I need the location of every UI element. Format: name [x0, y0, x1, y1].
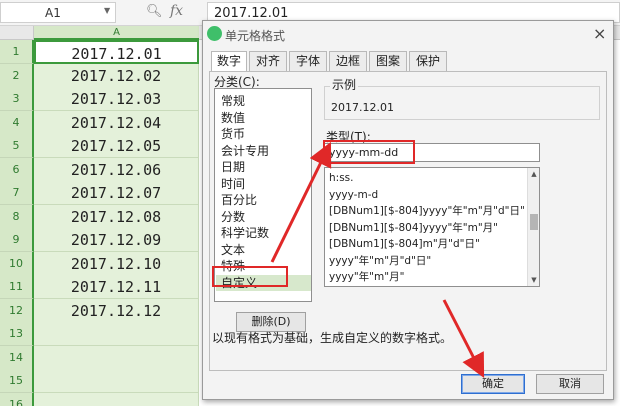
row-header[interactable]: 14 [0, 345, 34, 370]
sample-label: 示例 [330, 76, 359, 93]
tab-5[interactable]: 保护 [409, 51, 447, 71]
cell-a[interactable]: 2017.12.11 [34, 275, 199, 299]
cell-a[interactable]: 2017.12.03 [34, 87, 199, 111]
category-item[interactable]: 文本 [221, 242, 245, 258]
format-item[interactable]: h:ss. [329, 170, 353, 186]
row-header[interactable]: 12 [0, 298, 34, 323]
category-item[interactable]: 常规 [221, 93, 245, 109]
row-header[interactable]: 15 [0, 369, 34, 393]
row-header[interactable]: 16 [0, 392, 34, 406]
scroll-thumb[interactable] [530, 214, 538, 230]
sample-box: 2017.12.01 [324, 86, 600, 120]
cancel-button[interactable]: 取消 [536, 374, 604, 394]
cell-a[interactable] [34, 322, 199, 346]
row-header[interactable]: 5 [0, 134, 34, 158]
magnifier-icon[interactable]: 🔍︎ [146, 4, 163, 19]
category-item[interactable]: 日期 [221, 159, 245, 175]
category-item[interactable]: 时间 [221, 176, 245, 192]
cell-a[interactable]: 2017.12.09 [34, 228, 199, 252]
cell-reference: A1 [45, 6, 61, 20]
sample-value: 2017.12.01 [331, 101, 394, 114]
screenshot: A1 ▼ 🔍︎ fx 2017.12.01 A 1 2017.12.01 2 2017… [0, 0, 620, 406]
formula-value: 2017.12.01 [214, 6, 289, 21]
tab-4[interactable]: 图案 [369, 51, 407, 71]
app-logo-icon [207, 26, 222, 41]
highlight-type-input [323, 140, 415, 164]
tab-2[interactable]: 字体 [289, 51, 327, 71]
row-header[interactable]: 1 [0, 40, 34, 64]
cell-a[interactable]: 2017.12.04 [34, 110, 199, 135]
ok-button[interactable]: 确定 [461, 374, 525, 394]
format-cells-dialog: 单元格格式 × 数字 对齐 字体 边框 图案 保护 分类(C): 常规 数值 货币 会计专用 日期… [202, 20, 614, 400]
row-header[interactable]: 2 [0, 63, 34, 88]
cell-a[interactable]: 2017.12.07 [34, 181, 199, 205]
column-header-a[interactable]: A [34, 26, 199, 40]
cell-a[interactable]: 2017.12.05 [34, 134, 199, 158]
row-header[interactable]: 11 [0, 275, 34, 299]
cell-a[interactable] [34, 392, 199, 406]
dialog-titlebar[interactable]: 单元格格式 × [203, 21, 613, 47]
scroll-down-icon[interactable]: ▼ [528, 274, 539, 286]
tab-1[interactable]: 对齐 [249, 51, 287, 71]
row-header[interactable]: 3 [0, 87, 34, 111]
row-header[interactable]: 7 [0, 181, 34, 205]
category-item[interactable]: 数值 [221, 110, 245, 126]
format-item[interactable]: yyyy-m-d [329, 187, 378, 203]
cell-a[interactable]: 2017.12.10 [34, 251, 199, 276]
category-item[interactable]: 分数 [221, 209, 245, 225]
format-list-scrollbar[interactable]: ▲ ▼ [527, 168, 539, 286]
category-item[interactable]: 百分比 [221, 192, 257, 208]
format-item[interactable]: [DBNum1][$-804]yyyy"年"m"月" [329, 220, 498, 236]
select-all-corner[interactable] [0, 26, 34, 40]
chevron-down-icon[interactable]: ▼ [104, 6, 110, 15]
highlight-custom-category [212, 266, 288, 287]
category-item[interactable]: 会计专用 [221, 143, 269, 159]
format-item[interactable]: [DBNum1][$-804]m"月"d"日" [329, 236, 480, 252]
row-header[interactable]: 9 [0, 228, 34, 252]
format-item[interactable]: [DBNum1][$-804]yyyy"年"m"月"d"日" [329, 203, 525, 219]
row-header[interactable]: 8 [0, 204, 34, 229]
format-list[interactable]: ▲ ▼ h:ss. yyyy-m-d [DBNum1][$-804]yyyy"年"m… [324, 167, 540, 287]
number-tab-panel: 分类(C): 常规 数值 货币 会计专用 日期 时间 百分比 分数 科学记数 文本 特殊 自定义 删除… [209, 71, 607, 371]
format-item[interactable]: yyyy"年"m"月" [329, 269, 404, 285]
format-item[interactable]: yyyy"年"m"月"d"日" [329, 253, 431, 269]
name-box[interactable]: A1 ▼ [0, 2, 116, 23]
cell-a[interactable] [34, 345, 199, 370]
dialog-title: 单元格格式 [225, 29, 286, 43]
tab-0[interactable]: 数字 [211, 51, 247, 72]
tab-3[interactable]: 边框 [329, 51, 367, 71]
row-header[interactable]: 10 [0, 251, 34, 276]
cell-a[interactable]: 2017.12.02 [34, 63, 199, 88]
cell-a[interactable]: 2017.12.08 [34, 204, 199, 229]
cell-a[interactable]: 2017.12.01 [34, 40, 199, 64]
category-item[interactable]: 科学记数 [221, 225, 269, 241]
row-header[interactable]: 6 [0, 157, 34, 182]
category-item[interactable]: 货币 [221, 126, 245, 142]
row-header[interactable]: 4 [0, 110, 34, 135]
scroll-up-icon[interactable]: ▲ [528, 168, 539, 180]
fx-icon[interactable]: fx [170, 3, 183, 19]
close-icon[interactable]: × [593, 24, 606, 43]
row-header[interactable]: 13 [0, 322, 34, 346]
cell-a[interactable]: 2017.12.06 [34, 157, 199, 182]
cell-a[interactable] [34, 369, 199, 393]
cell-a[interactable]: 2017.12.12 [34, 298, 199, 323]
format-description: 以现有格式为基础，生成自定义的数字格式。 [212, 331, 453, 345]
